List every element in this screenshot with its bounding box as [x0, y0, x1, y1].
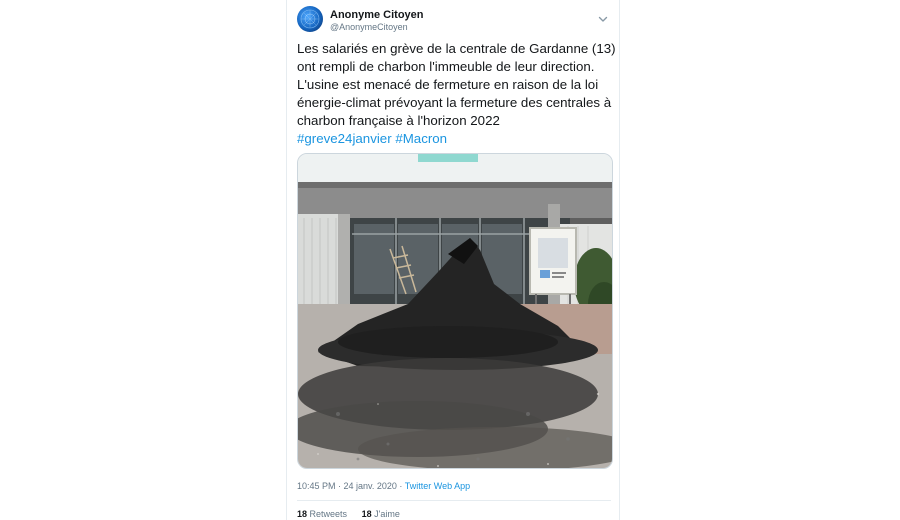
meta-separator: · — [335, 481, 344, 491]
tweet-card: Anonyme Citoyen @AnonymeCitoyen Les sala… — [286, 0, 620, 520]
tweet-text: Les salariés en grève de la centrale de … — [297, 40, 616, 148]
hashtag-link[interactable]: #greve24janvier — [297, 131, 392, 146]
likes-count: 18 — [361, 509, 372, 519]
likes-label: J'aime — [374, 509, 400, 519]
tweet-header: Anonyme Citoyen @AnonymeCitoyen — [297, 6, 611, 36]
tweet-text-line: énergie-climat prévoyant la fermeture de… — [297, 95, 612, 110]
divider — [297, 500, 611, 501]
tweet-stats: 18 Retweets 18 J'aime — [297, 509, 412, 519]
author-handle[interactable]: @AnonymeCitoyen — [330, 22, 408, 32]
hashtag-link[interactable]: #Macron — [395, 131, 447, 146]
tweet-timestamp: 10:45 PM · 24 janv. 2020 · Twitter Web A… — [297, 481, 470, 491]
tweet-text-line: ont rempli de charbon l'immeuble de leur… — [297, 59, 595, 74]
author-name[interactable]: Anonyme Citoyen — [330, 9, 424, 21]
photo-coal-pile-entrance — [298, 154, 612, 468]
retweets-count: 18 — [297, 509, 308, 519]
tweet-time[interactable]: 10:45 PM — [297, 481, 336, 491]
tweet-text-line: charbon française à l'horizon 2022 — [297, 113, 500, 128]
retweets-stat[interactable]: 18 Retweets — [297, 509, 347, 519]
meta-separator: · — [396, 481, 405, 491]
likes-stat[interactable]: 18 J'aime — [362, 509, 400, 519]
tweet-source-link[interactable]: Twitter Web App — [405, 481, 470, 491]
hashtags-line: #greve24janvier #Macron — [297, 130, 611, 148]
tweet-text-line: Les salariés en grève de la centrale de … — [297, 41, 616, 56]
chevron-down-icon[interactable] — [597, 12, 609, 24]
avatar[interactable] — [297, 6, 323, 32]
tweet-photo[interactable] — [297, 153, 613, 469]
tweet-date[interactable]: 24 janv. 2020 — [344, 481, 397, 491]
tweet-text-line: L'usine est menacé de fermeture en raiso… — [297, 77, 599, 92]
retweets-label: Retweets — [309, 509, 348, 519]
